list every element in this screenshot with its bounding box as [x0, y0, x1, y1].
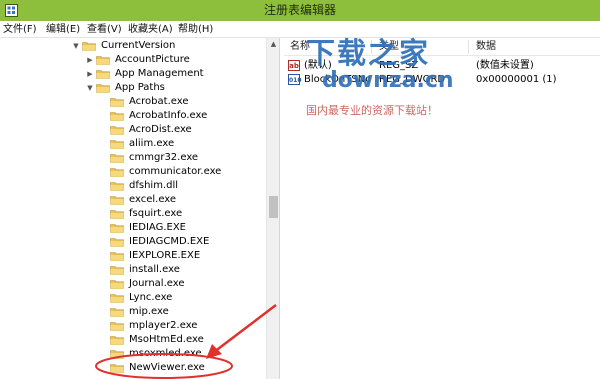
folder-icon [96, 70, 110, 79]
open-folder-icon [82, 42, 96, 51]
folder-icon [96, 56, 110, 65]
tree-node-label: IEDIAGCMD.EXE [129, 236, 210, 247]
folder-icon [110, 154, 124, 163]
tree-node-label: cmmgr32.exe [129, 152, 199, 163]
tree-node[interactable]: mplayer2.exe [0, 319, 266, 333]
tree-node[interactable]: Lync.exe [0, 291, 266, 305]
value-data: (数值未设置) [476, 60, 534, 71]
tree-node-label: IEDIAG.EXE [129, 222, 186, 233]
folder-icon [110, 168, 124, 177]
tree-node-label: CurrentVersion [101, 40, 176, 51]
folder-icon [110, 308, 124, 317]
expand-arrow-right-icon[interactable]: ▶ [86, 67, 94, 81]
tree-node-label: MsoHtmEd.exe [129, 334, 204, 345]
folder-icon [110, 112, 124, 121]
menu-edit[interactable]: 编辑(E) [46, 21, 80, 38]
watermark-tagline: 国内最专业的资源下载站！ [306, 104, 438, 117]
tree-node[interactable]: ▶ AccountPicture [0, 53, 266, 67]
tree-node[interactable]: IEDIAG.EXE [0, 221, 266, 235]
folder-icon [110, 266, 124, 275]
tree-node[interactable]: aliim.exe [0, 137, 266, 151]
menu-help[interactable]: 帮助(H) [178, 21, 213, 38]
tree-scrollbar[interactable]: ▲ [266, 38, 279, 379]
title-bar[interactable]: 注册表编辑器 [0, 0, 600, 21]
tree-node-label: AcroDist.exe [129, 124, 192, 135]
folder-icon [110, 182, 124, 191]
expand-arrow-down-icon[interactable]: ▼ [72, 39, 80, 53]
tree-node[interactable]: cmmgr32.exe [0, 151, 266, 165]
folder-icon [110, 280, 124, 289]
tree-node-label: dfshim.dll [129, 180, 179, 191]
tree-node-label: App Paths [115, 82, 165, 93]
tree-node[interactable]: NewViewer.exe [0, 361, 266, 375]
tree-node-label: excel.exe [129, 194, 177, 205]
tree-node[interactable]: mip.exe [0, 305, 266, 319]
folder-icon [110, 336, 124, 345]
folder-icon [110, 126, 124, 135]
menu-file[interactable]: 文件(F) [3, 21, 37, 38]
tree-node[interactable]: msoxmled.exe [0, 347, 266, 361]
tree-node-label: install.exe [129, 264, 180, 275]
tree-node-label: Acrobat.exe [129, 96, 189, 107]
watermark-domain: downza.cn [322, 68, 454, 93]
registry-tree-pane: ▼ CurrentVersion ▶ AccountPicture ▶ App Manag… [0, 38, 280, 379]
folder-icon [110, 294, 124, 303]
tree-node[interactable]: AcrobatInfo.exe [0, 109, 266, 123]
window-title: 注册表编辑器 [263, 3, 336, 17]
tree-node-label: communicator.exe [129, 166, 222, 177]
open-folder-icon [96, 84, 110, 93]
tree-node[interactable]: IEDIAGCMD.EXE [0, 235, 266, 249]
tree-node[interactable]: MsoHtmEd.exe [0, 333, 266, 347]
tree-node-label: msoxmled.exe [129, 348, 202, 359]
tree-node-label: Lync.exe [129, 292, 173, 303]
scroll-thumb[interactable] [269, 196, 278, 218]
folder-icon [110, 196, 124, 205]
tree-node[interactable]: ▶ App Management [0, 67, 266, 81]
tree-node[interactable]: communicator.exe [0, 165, 266, 179]
tree-node[interactable]: fsquirt.exe [0, 207, 266, 221]
folder-icon [110, 140, 124, 149]
folder-icon [110, 252, 124, 261]
tree-node-label: AcrobatInfo.exe [129, 110, 208, 121]
string-value-icon: ab [288, 60, 300, 71]
tree-node-label: IEXPLORE.EXE [129, 250, 201, 261]
menu-favorites[interactable]: 收藏夹(A) [128, 21, 173, 38]
site-watermark: 下载之家 downza.cn 国内最专业的资源下载站！ [300, 30, 470, 130]
tree-node-label: AccountPicture [115, 54, 190, 65]
menu-view[interactable]: 查看(V) [87, 21, 122, 38]
tree-node[interactable]: IEXPLORE.EXE [0, 249, 266, 263]
tree-node[interactable]: ▼ App Paths [0, 81, 266, 95]
folder-icon [110, 350, 124, 359]
tree-node-label: NewViewer.exe [128, 361, 206, 375]
tree-node-label: aliim.exe [129, 138, 175, 149]
tree-node[interactable]: AcroDist.exe [0, 123, 266, 137]
tree-node[interactable]: Acrobat.exe [0, 95, 266, 109]
folder-icon [110, 322, 124, 331]
scroll-up-arrow-icon[interactable]: ▲ [267, 38, 279, 50]
expand-arrow-right-icon[interactable]: ▶ [86, 53, 94, 67]
folder-icon [110, 238, 124, 247]
folder-icon [110, 98, 124, 107]
tree-node[interactable]: dfshim.dll [0, 179, 266, 193]
tree-node-label: fsquirt.exe [129, 208, 183, 219]
folder-icon [110, 210, 124, 219]
tree-node[interactable]: Journal.exe [0, 277, 266, 291]
folder-icon [110, 364, 124, 373]
value-data: 0x00000001 (1) [476, 74, 557, 85]
tree-node-label: mip.exe [129, 306, 169, 317]
tree-node[interactable]: ▼ CurrentVersion [0, 39, 266, 53]
dword-value-icon: 010 [288, 74, 302, 85]
tree-node-label: mplayer2.exe [129, 320, 198, 331]
column-header-data[interactable]: 数据 [476, 38, 496, 56]
folder-icon [110, 224, 124, 233]
registry-tree: ▼ CurrentVersion ▶ AccountPicture ▶ App Manag… [0, 38, 266, 379]
tree-node[interactable]: excel.exe [0, 193, 266, 207]
tree-node[interactable]: install.exe [0, 263, 266, 277]
tree-node-label: Journal.exe [129, 278, 185, 289]
tree-node-label: App Management [115, 68, 204, 79]
watermark-title: 下载之家 [306, 36, 431, 70]
expand-arrow-down-icon[interactable]: ▼ [86, 81, 94, 95]
